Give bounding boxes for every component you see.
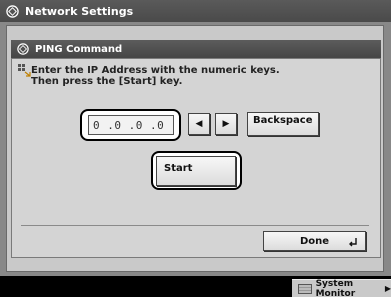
divider	[21, 225, 369, 226]
dialog-title: PING Command	[35, 43, 123, 55]
start-label: Start	[164, 163, 193, 174]
dialog-title-bar: PING Command	[11, 40, 381, 58]
system-monitor-label: System Monitor	[315, 278, 356, 297]
done-button[interactable]: Done	[263, 231, 366, 251]
instruction-text: Enter the IP Address with the numeric ke…	[31, 65, 280, 87]
instruction-line-2: Then press the [Start] key.	[31, 76, 183, 87]
left-arrow-icon: ◀	[195, 119, 203, 129]
cursor-right-button[interactable]: ▶	[215, 113, 237, 135]
enter-return-icon	[349, 238, 357, 247]
chevron-right-icon: ▶	[384, 284, 391, 293]
backspace-label: Backspace	[253, 115, 313, 126]
ping-icon	[17, 43, 29, 55]
system-monitor-button[interactable]: System Monitor ▶	[292, 279, 391, 297]
window-title: Network Settings	[25, 4, 134, 18]
cursor-left-button[interactable]: ◀	[188, 113, 210, 135]
done-label: Done	[299, 235, 330, 247]
right-arrow-icon: ▶	[222, 119, 230, 129]
network-settings-icon	[6, 4, 19, 18]
keypad-hint-icon	[18, 64, 31, 77]
window-title-bar: Network Settings	[0, 0, 391, 22]
backspace-button[interactable]: Backspace	[247, 112, 319, 136]
instruction-line-1: Enter the IP Address with the numeric ke…	[31, 65, 280, 76]
start-button[interactable]: Start	[156, 156, 236, 186]
ip-address-input[interactable]: 0 .0 .0 .0	[88, 115, 174, 135]
device-screen: Network Settings PING Command Enter the …	[0, 0, 391, 297]
system-monitor-icon	[298, 283, 312, 294]
